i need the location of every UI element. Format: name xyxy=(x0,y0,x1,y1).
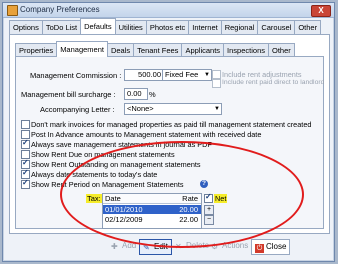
table-row[interactable]: 02/12/2009 22.00 xyxy=(103,215,201,224)
fee-type-select[interactable]: Fixed Fee ▼ xyxy=(162,69,212,81)
subtab-properties[interactable]: Properties xyxy=(15,43,58,57)
chevron-down-icon: ▼ xyxy=(204,72,210,78)
add-button[interactable]: ✚ Add xyxy=(111,239,136,253)
edit-button-label: Edit xyxy=(154,242,168,251)
chevron-down-icon: ▼ xyxy=(214,106,220,112)
subtab-deals[interactable]: Deals xyxy=(106,43,135,57)
close-icon: ⏻ xyxy=(255,244,264,253)
post-in-advance-label: Post In Advance amounts to Management st… xyxy=(31,130,262,139)
add-icon: ✚ xyxy=(111,242,118,251)
accompanying-letter-value: <None> xyxy=(127,104,154,113)
show-rent-due-label: Show Rent Due on management statements xyxy=(31,150,175,159)
title-bar[interactable]: Company Preferences X xyxy=(3,3,334,18)
mgmt-commission-label: Management Commission : xyxy=(30,71,122,80)
window-close-button[interactable]: X xyxy=(311,5,331,17)
tax-rate-cell: 22.00 xyxy=(179,215,198,224)
tax-date-cell: 02/12/2009 xyxy=(105,215,143,224)
help-icon[interactable]: ? xyxy=(200,180,208,188)
tab-carousel[interactable]: Carousel xyxy=(257,20,296,34)
show-rent-period-label: Show Rent Period on Management Statement… xyxy=(31,180,184,189)
tax-date-cell: 01/01/2010 xyxy=(105,205,143,214)
add-button-label: Add xyxy=(122,241,137,250)
dont-mark-invoices-label: Don't mark invoices for managed properti… xyxy=(31,120,312,129)
close-button-label: Close xyxy=(266,242,287,251)
save-statements-pdf-label: Always save management statements in jou… xyxy=(31,140,212,149)
mgmt-bill-surcharge-input[interactable]: 0.00 xyxy=(124,88,148,100)
tab-defaults[interactable]: Defaults xyxy=(80,18,116,34)
actions-button[interactable]: ⚙ Actions xyxy=(211,239,248,253)
delete-button-label: Delete xyxy=(186,241,210,250)
edit-button[interactable]: ✎ Edit xyxy=(139,239,172,255)
actions-icon: ⚙ xyxy=(211,242,219,251)
actions-button-label: Actions xyxy=(222,241,249,250)
subtab-management[interactable]: Management xyxy=(56,41,108,57)
include-rent-adjustments-label: Include rent adjustments xyxy=(222,70,302,79)
dont-mark-invoices-checkbox[interactable] xyxy=(21,120,30,129)
subtab-inspections[interactable]: Inspections xyxy=(223,43,269,57)
subtab-applicants[interactable]: Applicants xyxy=(181,43,225,57)
subtab-tenant-fees[interactable]: Tenant Fees xyxy=(133,43,183,57)
tab-photos-etc[interactable]: Photos etc xyxy=(145,20,190,34)
tax-rate-cell: 20.00 xyxy=(179,205,198,214)
show-rent-period-checkbox[interactable] xyxy=(21,178,30,189)
accompanying-letter-select[interactable]: <None> ▼ xyxy=(124,103,222,115)
include-rent-paid-direct-checkbox[interactable] xyxy=(212,79,221,88)
add-tax-rate-button[interactable]: + xyxy=(204,205,214,215)
percent-label: % xyxy=(149,90,156,99)
tax-label: Tax: xyxy=(86,194,102,203)
tab-utilities[interactable]: Utilities xyxy=(114,20,147,34)
mgmt-commission-input[interactable]: 500.00 xyxy=(124,69,164,81)
tab-todo-list[interactable]: ToDo List xyxy=(41,20,82,34)
include-rent-paid-direct-label: Include rent paid direct to landlord xyxy=(222,79,325,86)
fee-type-value: Fixed Fee xyxy=(165,70,199,79)
delete-button[interactable]: ✕ Delete xyxy=(175,239,209,253)
close-button[interactable]: ⏻ Close xyxy=(251,239,291,255)
include-rent-adjustments-checkbox[interactable] xyxy=(212,70,221,79)
net-label: Net xyxy=(214,194,228,203)
button-bar: ✚ Add ✎ Edit ✕ Delete ⚙ Actions ⏻ Close xyxy=(3,235,334,259)
mgmt-bill-surcharge-label: Management bill surcharge : xyxy=(21,90,116,99)
net-checkbox[interactable] xyxy=(204,192,213,203)
app-icon xyxy=(7,5,18,16)
sub-tab-strip: Properties Management Deals Tenant Fees … xyxy=(15,41,295,57)
remove-tax-rate-button[interactable]: − xyxy=(204,215,214,225)
window-title: Company Preferences xyxy=(20,5,100,14)
tax-rate-table[interactable]: Date Rate 01/01/2010 20.00 02/12/2009 22… xyxy=(102,193,202,229)
management-panel: Management Commission : 500.00 Fixed Fee… xyxy=(15,56,324,229)
subtab-other[interactable]: Other xyxy=(268,43,295,57)
tab-regional[interactable]: Regional xyxy=(220,20,259,34)
edit-icon: ✎ xyxy=(143,243,150,252)
preferences-window: Company Preferences X Options ToDo List … xyxy=(2,2,335,262)
date-column-header: Date xyxy=(105,194,121,203)
tab-options[interactable]: Options xyxy=(9,20,43,34)
date-statements-today-label: Always date statements to today's date xyxy=(31,170,158,179)
save-statements-pdf-checkbox[interactable] xyxy=(21,138,30,149)
defaults-panel: Properties Management Deals Tenant Fees … xyxy=(9,34,330,234)
rate-column-header: Rate xyxy=(182,194,198,203)
delete-icon: ✕ xyxy=(175,242,182,251)
main-tab-strip: Options ToDo List Defaults Utilities Pho… xyxy=(9,18,322,34)
show-rent-outstanding-label: Show Rent Outstanding on management stat… xyxy=(31,160,201,169)
table-header: Date Rate xyxy=(103,194,201,204)
tab-other[interactable]: Other xyxy=(294,20,322,34)
accompanying-letter-label: Accompanying Letter : xyxy=(40,105,115,114)
table-row[interactable]: 01/01/2010 20.00 xyxy=(103,205,201,214)
tab-internet[interactable]: Internet xyxy=(188,20,222,34)
